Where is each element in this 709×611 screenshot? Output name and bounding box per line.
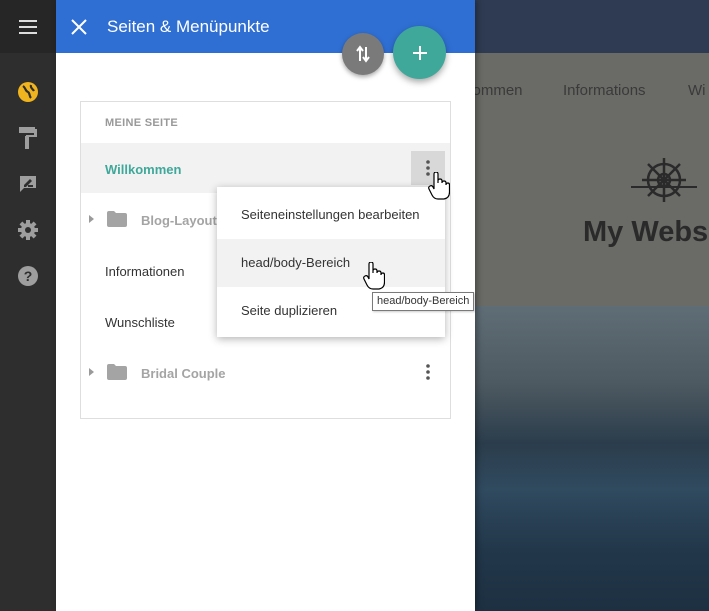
panel-title: Seiten & Menüpunkte: [107, 17, 270, 36]
ship-wheel-icon: [631, 158, 697, 202]
expand-caret-icon[interactable]: [89, 368, 94, 376]
folder-icon: [107, 211, 127, 227]
tooltip: head/body-Bereich: [372, 292, 475, 311]
menu-item-head-body[interactable]: head/body-Bereich: [217, 239, 445, 287]
menu-item-label: Seiteneinstellungen bearbeiten: [241, 207, 420, 222]
website-nav: kommen Informations Wi My Webs: [475, 53, 709, 306]
paint-roller-icon: [19, 127, 37, 149]
website-title: My Webs: [583, 216, 709, 248]
page-options-button[interactable]: [411, 355, 445, 389]
help-icon: ?: [18, 266, 38, 286]
add-page-button[interactable]: [393, 26, 446, 79]
page-label: Wunschliste: [105, 315, 175, 330]
left-rail: ?: [0, 0, 56, 611]
svg-text:?: ?: [24, 268, 33, 284]
settings-button[interactable]: [17, 219, 39, 241]
menu-item-label: head/body-Bereich: [241, 255, 351, 270]
page-label: Blog-Layout: [141, 213, 217, 228]
close-button[interactable]: [66, 14, 92, 40]
folder-icon: [107, 364, 127, 380]
website-preview: kommen Informations Wi My Webs: [475, 0, 709, 611]
page-item-bridal-couple[interactable]: Bridal Couple: [81, 347, 450, 397]
edit-icon: [20, 176, 36, 192]
page-context-menu: Seiteneinstellungen bearbeiten head/body…: [217, 187, 445, 337]
section-label: MEINE SEITE: [105, 117, 178, 129]
menu-item-page-settings[interactable]: Seiteneinstellungen bearbeiten: [217, 191, 445, 239]
close-icon: [71, 19, 87, 35]
hand-cursor-icon: [428, 172, 450, 200]
sort-arrows-icon: [356, 45, 370, 63]
plus-icon: [412, 45, 427, 60]
page-label: Bridal Couple: [141, 366, 226, 381]
more-vert-icon: [426, 364, 430, 380]
sea-background-image: [475, 306, 709, 611]
website-nav-item[interactable]: Wi: [688, 82, 706, 99]
sort-pages-button[interactable]: [342, 33, 384, 75]
page-label: Informationen: [105, 264, 185, 279]
website-nav-item[interactable]: Informations: [563, 82, 646, 99]
design-button[interactable]: [17, 127, 39, 149]
help-button[interactable]: ?: [17, 265, 39, 287]
menu-icon: [19, 19, 37, 34]
expand-caret-icon[interactable]: [89, 215, 94, 223]
menu-item-label: Seite duplizieren: [241, 303, 338, 318]
menu-button[interactable]: [0, 0, 56, 53]
globe-button[interactable]: [17, 81, 39, 103]
globe-icon: [18, 82, 38, 102]
content-button[interactable]: [17, 173, 39, 195]
hand-cursor-icon: [363, 262, 385, 290]
page-item-willkommen[interactable]: Willkommen: [81, 143, 450, 193]
page-label: Willkommen: [105, 162, 182, 177]
gear-icon: [18, 220, 38, 240]
website-header: [475, 0, 709, 53]
website-nav-item[interactable]: kommen: [475, 82, 523, 99]
